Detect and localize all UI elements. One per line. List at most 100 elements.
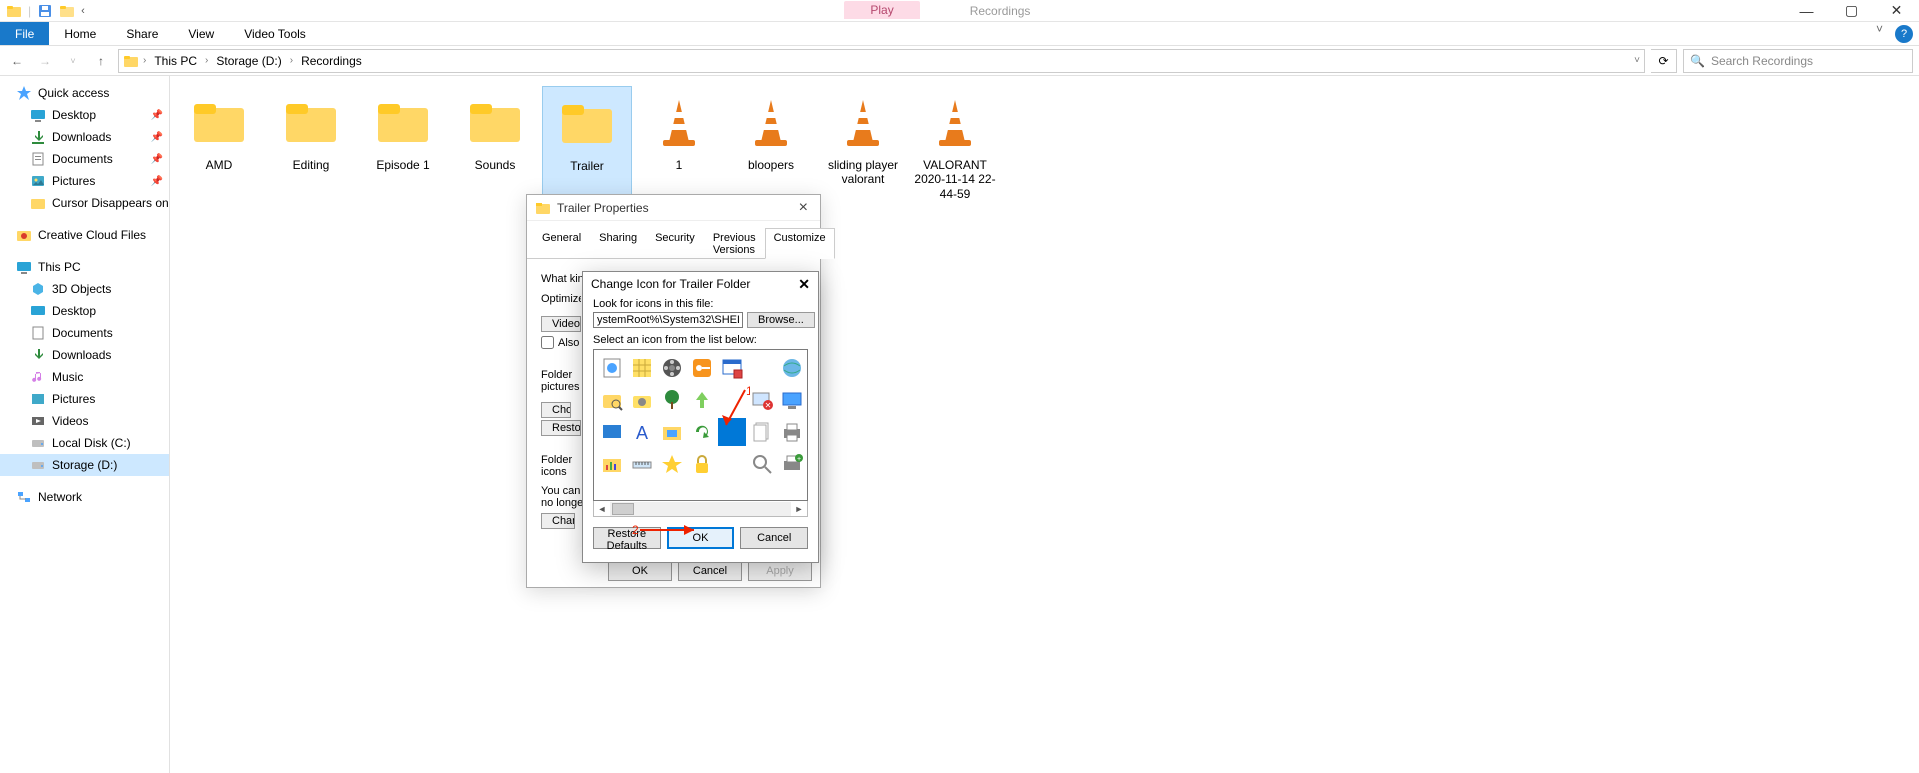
sidebar-3d-objects[interactable]: 3D Objects bbox=[0, 278, 169, 300]
dialog-titlebar[interactable]: Change Icon for Trailer Folder ✕ bbox=[583, 272, 818, 296]
restore-defaults-button[interactable]: Restore Defaults bbox=[593, 527, 661, 549]
folder-item[interactable]: Episode 1 bbox=[358, 86, 448, 205]
crumb-storage[interactable]: Storage (D:) bbox=[212, 54, 285, 68]
ribbon-home[interactable]: Home bbox=[49, 22, 111, 45]
icon-folder-chart[interactable] bbox=[598, 450, 626, 478]
crumb-this-pc[interactable]: This PC bbox=[150, 54, 201, 68]
props-cancel-button[interactable]: Cancel bbox=[678, 560, 742, 581]
video-item[interactable]: 1 bbox=[634, 86, 724, 205]
icon-font-a[interactable]: A bbox=[628, 418, 656, 446]
breadcrumb-dropdown[interactable]: ˅ bbox=[1634, 55, 1640, 66]
icon-folder-search[interactable] bbox=[598, 386, 626, 414]
tab-previous-versions[interactable]: Previous Versions bbox=[704, 228, 765, 259]
tab-security[interactable]: Security bbox=[646, 228, 704, 259]
chevron-right-icon[interactable]: › bbox=[290, 55, 293, 66]
ribbon-collapse[interactable]: ˅ bbox=[1868, 22, 1891, 45]
optimize-dropdown[interactable]: Videos bbox=[541, 316, 581, 332]
window-close[interactable]: ✕ bbox=[1874, 0, 1919, 22]
scroll-thumb[interactable] bbox=[612, 503, 634, 515]
icon-computer-x[interactable]: ✕ bbox=[748, 386, 776, 414]
close-icon[interactable]: ✕ bbox=[798, 276, 810, 293]
refresh-button[interactable]: ⟳ bbox=[1651, 49, 1677, 73]
ok-button[interactable]: OK bbox=[667, 527, 735, 549]
dialog-titlebar[interactable]: Trailer Properties × bbox=[527, 195, 820, 221]
crumb-recordings[interactable]: Recordings bbox=[297, 54, 366, 68]
sidebar-quick-access[interactable]: Quick access bbox=[0, 82, 169, 104]
chevron-right-icon[interactable]: › bbox=[205, 55, 208, 66]
restore-default-button[interactable]: Resto bbox=[541, 420, 581, 436]
props-ok-button[interactable]: OK bbox=[608, 560, 672, 581]
sidebar-documents2[interactable]: Documents bbox=[0, 322, 169, 344]
icon-grid-scrollbar[interactable]: ◄ ► bbox=[593, 501, 808, 517]
window-minimize[interactable]: — bbox=[1784, 0, 1829, 22]
icon-grid[interactable]: ✕ A + bbox=[593, 349, 808, 501]
save-qat-icon[interactable] bbox=[37, 3, 53, 19]
scroll-right[interactable]: ► bbox=[791, 504, 807, 514]
choose-file-button[interactable]: Cho bbox=[541, 402, 571, 418]
icon-star[interactable] bbox=[658, 450, 686, 478]
chevron-right-icon[interactable]: › bbox=[143, 55, 146, 66]
ribbon-share[interactable]: Share bbox=[111, 22, 173, 45]
contextual-tab-play[interactable]: Play bbox=[844, 1, 919, 19]
change-icon-button[interactable]: Chan bbox=[541, 513, 575, 529]
video-item[interactable]: bloopers bbox=[726, 86, 816, 205]
sidebar-cursor-folder[interactable]: Cursor Disappears on Ma bbox=[0, 192, 169, 214]
icon-monitor-blue[interactable] bbox=[778, 386, 806, 414]
sidebar-downloads2[interactable]: Downloads bbox=[0, 344, 169, 366]
nav-back[interactable]: ← bbox=[6, 50, 28, 72]
icon-refresh-green[interactable] bbox=[688, 418, 716, 446]
icon-selected-blue-square[interactable] bbox=[718, 418, 746, 446]
icon-arrow-up[interactable] bbox=[688, 386, 716, 414]
icon-key-orange[interactable] bbox=[688, 354, 716, 382]
icon-documents-stack[interactable] bbox=[748, 418, 776, 446]
sidebar-documents[interactable]: Documents📌 bbox=[0, 148, 169, 170]
sidebar-storage[interactable]: Storage (D:) bbox=[0, 454, 169, 476]
also-checkbox[interactable] bbox=[541, 336, 554, 349]
ribbon-file[interactable]: File bbox=[0, 22, 49, 45]
window-maximize[interactable]: ▢ bbox=[1829, 0, 1874, 22]
help-icon[interactable]: ? bbox=[1895, 25, 1913, 43]
icon-path-input[interactable] bbox=[593, 312, 743, 328]
cancel-button[interactable]: Cancel bbox=[740, 527, 808, 549]
tab-customize[interactable]: Customize bbox=[765, 228, 835, 259]
sidebar-videos[interactable]: Videos bbox=[0, 410, 169, 432]
icon-ruler[interactable] bbox=[628, 450, 656, 478]
sidebar-desktop[interactable]: Desktop📌 bbox=[0, 104, 169, 126]
sidebar-desktop2[interactable]: Desktop bbox=[0, 300, 169, 322]
sidebar-music[interactable]: Music bbox=[0, 366, 169, 388]
qat-overflow[interactable]: ‹ bbox=[81, 5, 85, 17]
ribbon-video-tools[interactable]: Video Tools bbox=[229, 22, 321, 45]
sidebar-creative-cloud[interactable]: Creative Cloud Files bbox=[0, 224, 169, 246]
folder-item-selected[interactable]: Trailer bbox=[542, 86, 632, 205]
icon-lock[interactable] bbox=[688, 450, 716, 478]
icon-folder-monitor[interactable] bbox=[658, 418, 686, 446]
folder-item[interactable]: Editing bbox=[266, 86, 356, 205]
icon-film-reel[interactable] bbox=[658, 354, 686, 382]
scroll-left[interactable]: ◄ bbox=[594, 504, 610, 514]
nav-recent[interactable]: ˅ bbox=[62, 50, 84, 72]
file-list[interactable]: AMD Editing Episode 1 Sounds Trailer 1 b… bbox=[170, 76, 1919, 773]
icon-camera[interactable] bbox=[628, 386, 656, 414]
sidebar-pictures2[interactable]: Pictures bbox=[0, 388, 169, 410]
tab-sharing[interactable]: Sharing bbox=[590, 228, 646, 259]
video-item[interactable]: VALORANT 2020-11-14 22-44-59 bbox=[910, 86, 1000, 205]
close-icon[interactable]: × bbox=[795, 199, 812, 217]
sidebar-this-pc[interactable]: This PC bbox=[0, 256, 169, 278]
icon-recycle-doc[interactable] bbox=[598, 354, 626, 382]
icon-magnifier[interactable] bbox=[748, 450, 776, 478]
search-input[interactable]: 🔍 Search Recordings bbox=[1683, 49, 1913, 73]
sidebar-pictures[interactable]: Pictures📌 bbox=[0, 170, 169, 192]
folder-item[interactable]: AMD bbox=[174, 86, 264, 205]
icon-tree[interactable] bbox=[658, 386, 686, 414]
sidebar-local-disk[interactable]: Local Disk (C:) bbox=[0, 432, 169, 454]
ribbon-view[interactable]: View bbox=[173, 22, 229, 45]
sidebar-downloads[interactable]: Downloads📌 bbox=[0, 126, 169, 148]
icon-globe[interactable] bbox=[778, 354, 806, 382]
breadcrumb[interactable]: › This PC › Storage (D:) › Recordings ˅ bbox=[118, 49, 1645, 73]
browse-button[interactable]: Browse... bbox=[747, 312, 815, 328]
sidebar-network[interactable]: Network bbox=[0, 486, 169, 508]
icon-printer[interactable] bbox=[778, 418, 806, 446]
icon-window-app[interactable] bbox=[718, 354, 746, 382]
icon-printer-plus[interactable]: + bbox=[778, 450, 806, 478]
tab-general[interactable]: General bbox=[533, 228, 590, 259]
